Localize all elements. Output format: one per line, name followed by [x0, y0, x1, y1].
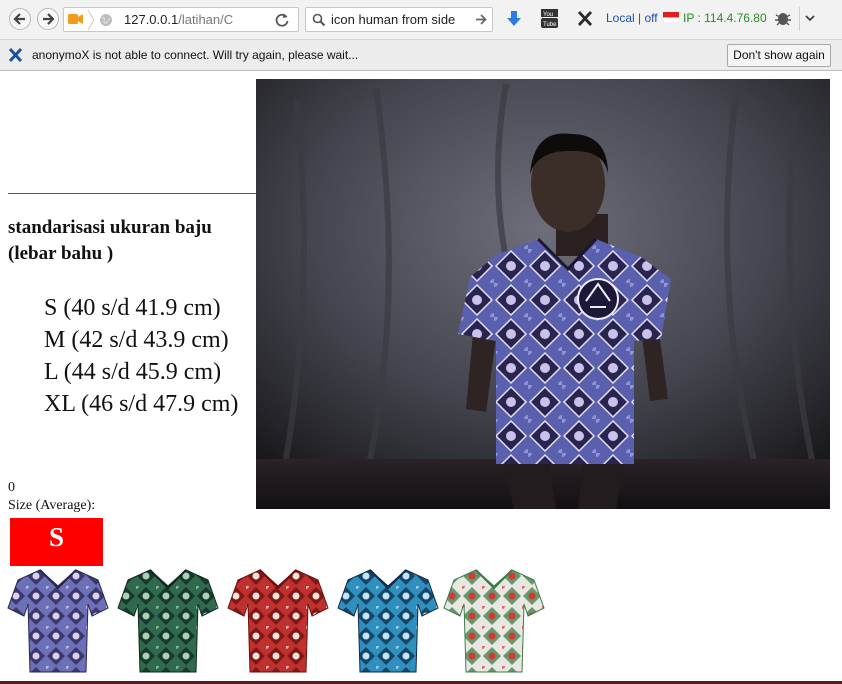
back-button[interactable]: [9, 8, 31, 30]
url-bar[interactable]: 127.0.0.1/latihan/C: [63, 7, 299, 32]
size-item-m: M (42 s/d 43.9 cm): [44, 327, 229, 353]
svg-text:Tube: Tube: [543, 22, 557, 28]
size-standard-list: S (40 s/d 41.9 cm) M (42 s/d 43.9 cm) L …: [44, 292, 259, 420]
url-path: /latihan/C: [178, 12, 234, 27]
size-item-s: S (40 s/d 41.9 cm): [44, 295, 221, 321]
anonymox-logo-icon: [8, 47, 23, 63]
shirt-thumbnail-shirt-blue-batik[interactable]: [6, 566, 110, 678]
shirt-thumbnail-shirt-green-batik[interactable]: [116, 566, 220, 678]
toolbar-separator: [799, 7, 800, 31]
search-bar[interactable]: icon human from side: [305, 7, 493, 32]
shirt-icon: [337, 569, 439, 673]
size-item-xl: XL (46 s/d 47.9 cm): [44, 391, 239, 417]
shirt-thumbnail-shirt-white-floral[interactable]: [442, 566, 546, 678]
indonesia-flag-icon: [663, 12, 679, 23]
arrow-right-icon: [43, 13, 55, 25]
globe-icon[interactable]: [99, 13, 113, 27]
dont-show-again-button[interactable]: Don't show again: [727, 44, 831, 67]
shirt-icon: [443, 569, 545, 673]
anonymox-status-ip[interactable]: IP : 114.4.76.80: [683, 11, 767, 25]
browser-toolbar: 127.0.0.1/latihan/C icon human from side…: [0, 0, 842, 39]
shirt-icon: [117, 569, 219, 673]
shirt-icon: [227, 569, 329, 673]
measurement-counter: 0: [8, 480, 15, 495]
shirt-thumbnail-shirt-turquoise-batik[interactable]: [336, 566, 440, 678]
url-text[interactable]: 127.0.0.1/latihan/C: [124, 12, 240, 27]
camera-icon[interactable]: [68, 13, 84, 25]
shirt-icon: [7, 569, 109, 673]
search-input[interactable]: icon human from side: [331, 12, 473, 27]
notification-bar: anonymoX is not able to connect. Will tr…: [0, 39, 842, 71]
shirt-thumbnail-shirt-red-batik[interactable]: [226, 566, 330, 678]
chevron-down-icon[interactable]: [805, 15, 815, 22]
reload-icon[interactable]: [274, 12, 290, 28]
svg-text:You: You: [543, 12, 553, 18]
arrow-left-icon: [13, 13, 25, 25]
youtube-icon[interactable]: You Tube: [540, 8, 559, 29]
anonymox-x-icon[interactable]: [577, 10, 593, 27]
search-go-icon[interactable]: [475, 13, 488, 26]
page-heading: standarisasi ukuran baju (lebar bahu ): [8, 217, 212, 264]
forward-button[interactable]: [37, 8, 59, 30]
size-result-badge: S: [10, 518, 103, 566]
url-host: 127.0.0.1: [124, 12, 179, 27]
horizontal-rule: [8, 193, 256, 194]
size-average-label: Size (Average):: [8, 498, 96, 513]
camera-feed: [256, 79, 830, 509]
search-icon: [312, 13, 326, 27]
camera-feed-image: [256, 79, 830, 509]
download-icon[interactable]: [506, 10, 522, 28]
bug-addon-icon[interactable]: [773, 9, 793, 27]
notification-message: anonymoX is not able to connect. Will tr…: [32, 48, 359, 62]
size-item-l: L (44 s/d 45.9 cm): [44, 359, 222, 385]
separator-chevron-icon: [87, 9, 95, 31]
anonymox-status-local[interactable]: Local | off: [606, 11, 658, 25]
